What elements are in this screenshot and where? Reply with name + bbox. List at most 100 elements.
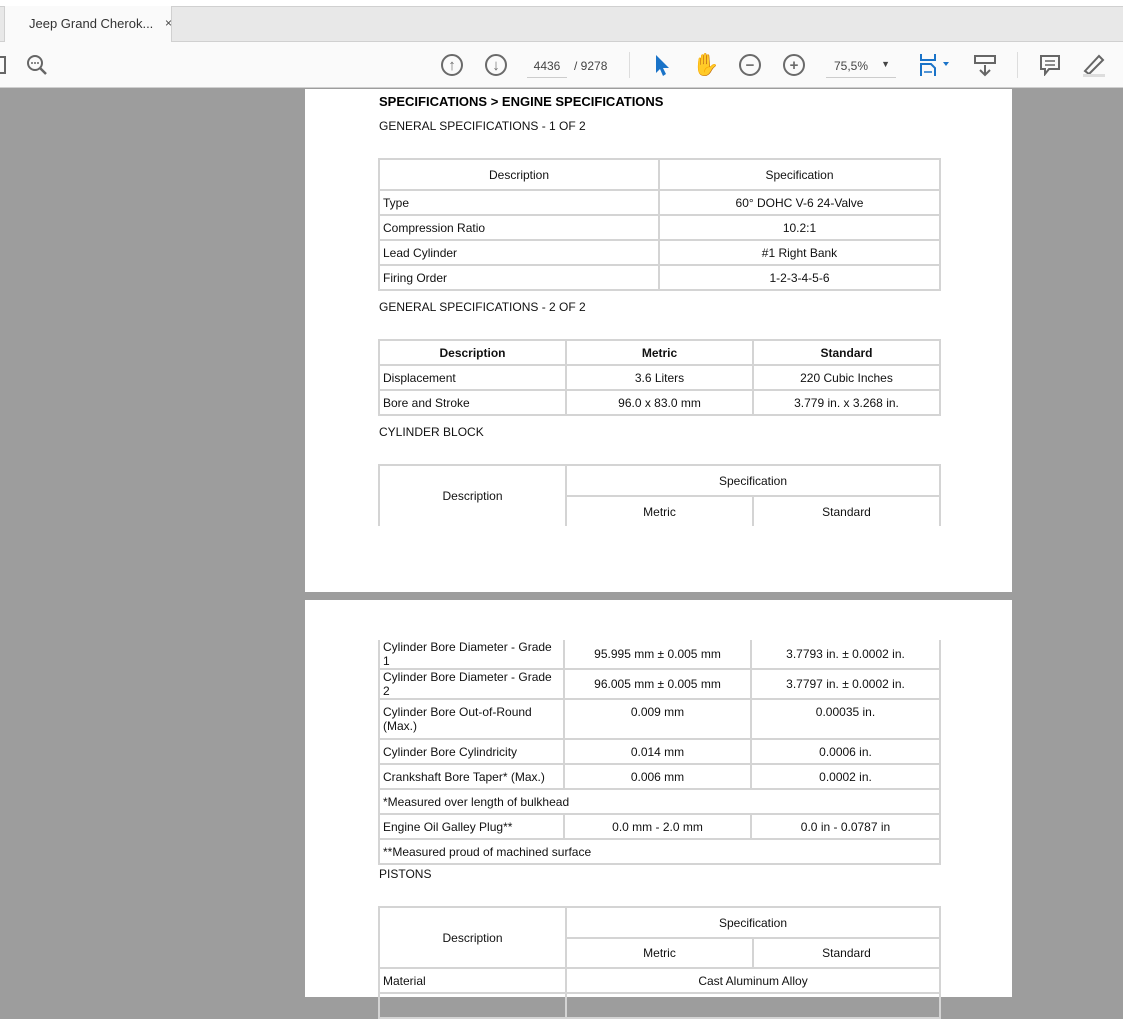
pdf-page-2: Cylinder Bore Diameter - Grade 1 95.995 m… (305, 600, 1012, 1019)
table-row: Cylinder Bore Out-of-Round (Max.) 0.009 m… (378, 698, 941, 740)
cell: 0.0 mm - 2.0 mm (563, 813, 752, 840)
cell: 220 Cubic Inches (752, 364, 941, 391)
document-tab[interactable]: Jeep Grand Cherok... × (4, 6, 172, 43)
section-title: CYLINDER BLOCK (379, 425, 484, 439)
table-row: *Measured over length of bulkhead (378, 788, 941, 815)
minus-icon: − (739, 54, 761, 76)
cell: 1-2-3-4-5-6 (658, 264, 941, 291)
pistons-table: Description Specification Metric Standard … (378, 906, 942, 1019)
cell: Bore and Stroke (378, 389, 567, 416)
cell: 3.7797 in. ± 0.0002 in. (750, 668, 941, 700)
pen-icon (1083, 54, 1105, 77)
fit-page-button[interactable] (916, 52, 952, 78)
zoom-out-button[interactable]: − (737, 52, 763, 78)
cylinder-block-table-header: Description Specification Metric Standard (378, 464, 942, 526)
table-row: Crankshaft Bore Taper* (Max.) 0.006 mm 0.0… (378, 763, 941, 790)
zoom-value: 75,5% (834, 59, 869, 73)
zoom-in-button[interactable]: + (781, 52, 807, 78)
table-row: Engine Oil Galley Plug** 0.0 mm - 2.0 mm 0… (378, 813, 941, 840)
cell: Lead Cylinder (378, 239, 660, 266)
tab-bar: Jeep Grand Cherok... × (0, 6, 1123, 43)
hand-tool-button[interactable]: ✋ (692, 52, 720, 78)
cell: 3.6 Liters (565, 364, 754, 391)
comment-button[interactable] (1037, 52, 1063, 78)
cell: Cast Aluminum Alloy (564, 967, 942, 994)
cell: Cylinder Bore Out-of-Round (Max.) (378, 698, 565, 740)
page-thumbnail-icon[interactable] (0, 52, 10, 78)
column-header: Description (378, 906, 567, 969)
cell: 96.005 mm ± 0.005 mm (563, 668, 752, 700)
toolbar: ↑ ↓ 4436 / 9278 ✋ − + 75,5% ▼ (0, 42, 1123, 88)
column-header: Metric (565, 937, 754, 969)
table-row: Cylinder Bore Diameter - Grade 1 95.995 m… (378, 640, 941, 670)
cell: Crankshaft Bore Taper* (Max.) (378, 763, 565, 790)
scroll-icon (974, 55, 996, 77)
select-tool-button[interactable] (649, 52, 675, 78)
cell: #1 Right Bank (658, 239, 941, 266)
page-total: / 9278 (574, 59, 608, 73)
section-title: GENERAL SPECIFICATIONS - 1 OF 2 (379, 119, 586, 133)
page-heading: SPECIFICATIONS > ENGINE SPECIFICATIONS (379, 94, 664, 109)
cell: Cylinder Bore Diameter - Grade 2 (378, 668, 565, 700)
table-row: Cylinder Bore Cylindricity 0.014 mm 0.0006… (378, 738, 941, 765)
chevron-down-icon: ▼ (881, 59, 890, 69)
cell: Cylinder Bore Diameter - Grade 1 (378, 640, 565, 670)
cell: 0.0002 in. (750, 763, 941, 790)
arrow-down-icon: ↓ (485, 54, 507, 76)
search-icon[interactable] (24, 52, 50, 78)
table-row: Displacement 3.6 Liters 220 Cubic Inches (378, 364, 941, 391)
column-header: Specification (564, 464, 942, 497)
divider (629, 52, 630, 78)
cell: 0.00035 in. (750, 698, 941, 740)
divider (1017, 52, 1018, 78)
table-row: Compression Ratio 10.2:1 (378, 214, 941, 241)
column-header: Specification (658, 158, 941, 191)
cell: 96.0 x 83.0 mm (565, 389, 754, 416)
table-row: Material Cast Aluminum Alloy (378, 967, 942, 994)
highlight-button[interactable] (1081, 52, 1107, 78)
plus-icon: + (783, 54, 805, 76)
cell: Material (378, 967, 567, 994)
cell: 10.2:1 (658, 214, 941, 241)
table-row: Cylinder Bore Diameter - Grade 2 96.005 m… (378, 668, 941, 700)
section-title: PISTONS (379, 867, 432, 881)
cell: 0.014 mm (563, 738, 752, 765)
cell: Engine Oil Galley Plug** (378, 813, 565, 840)
note-cell: *Measured over length of bulkhead (378, 788, 941, 815)
cell: 60° DOHC V-6 24-Valve (658, 189, 941, 216)
table-row: Bore and Stroke 96.0 x 83.0 mm 3.779 in. x… (378, 389, 941, 416)
column-header: Description (378, 464, 567, 526)
fit-width-icon (920, 54, 949, 76)
cell: Displacement (378, 364, 567, 391)
zoom-select[interactable]: 75,5% ▼ (826, 56, 896, 78)
cell: 95.995 mm ± 0.005 mm (563, 640, 752, 670)
table-row: **Measured proud of machined surface (378, 838, 941, 865)
cell: 0.0 in - 0.0787 in (750, 813, 941, 840)
cursor-arrow-icon (656, 55, 669, 76)
previous-page-button[interactable]: ↑ (439, 52, 465, 78)
table-row: Lead Cylinder #1 Right Bank (378, 239, 941, 266)
cell: 0.009 mm (563, 698, 752, 740)
column-header: Description (378, 339, 567, 366)
cell: 3.779 in. x 3.268 in. (752, 389, 941, 416)
column-header: Metric (565, 495, 754, 526)
cylinder-block-table: Cylinder Bore Diameter - Grade 1 95.995 m… (378, 640, 941, 865)
column-header: Standard (751, 495, 942, 526)
scroll-mode-button[interactable] (972, 52, 998, 78)
column-header: Standard (751, 937, 942, 969)
close-icon[interactable]: × (165, 16, 172, 30)
table-row: Type 60° DOHC V-6 24-Valve (378, 189, 941, 216)
column-header: Description (378, 158, 660, 191)
cell: Cylinder Bore Cylindricity (378, 738, 565, 765)
next-page-button[interactable]: ↓ (483, 52, 509, 78)
arrow-up-icon: ↑ (441, 54, 463, 76)
cell: Firing Order (378, 264, 660, 291)
cell: Type (378, 189, 660, 216)
cell: Compression Ratio (378, 214, 660, 241)
page-number-input[interactable]: 4436 (527, 56, 567, 78)
tab-title: Jeep Grand Cherok... (29, 16, 154, 31)
note-cell: **Measured proud of machined surface (378, 838, 941, 865)
section-title: GENERAL SPECIFICATIONS - 2 OF 2 (379, 300, 586, 314)
hand-icon: ✋ (692, 52, 720, 77)
general-specs-table-2: Description Metric Standard Displacement 3.… (378, 339, 941, 416)
